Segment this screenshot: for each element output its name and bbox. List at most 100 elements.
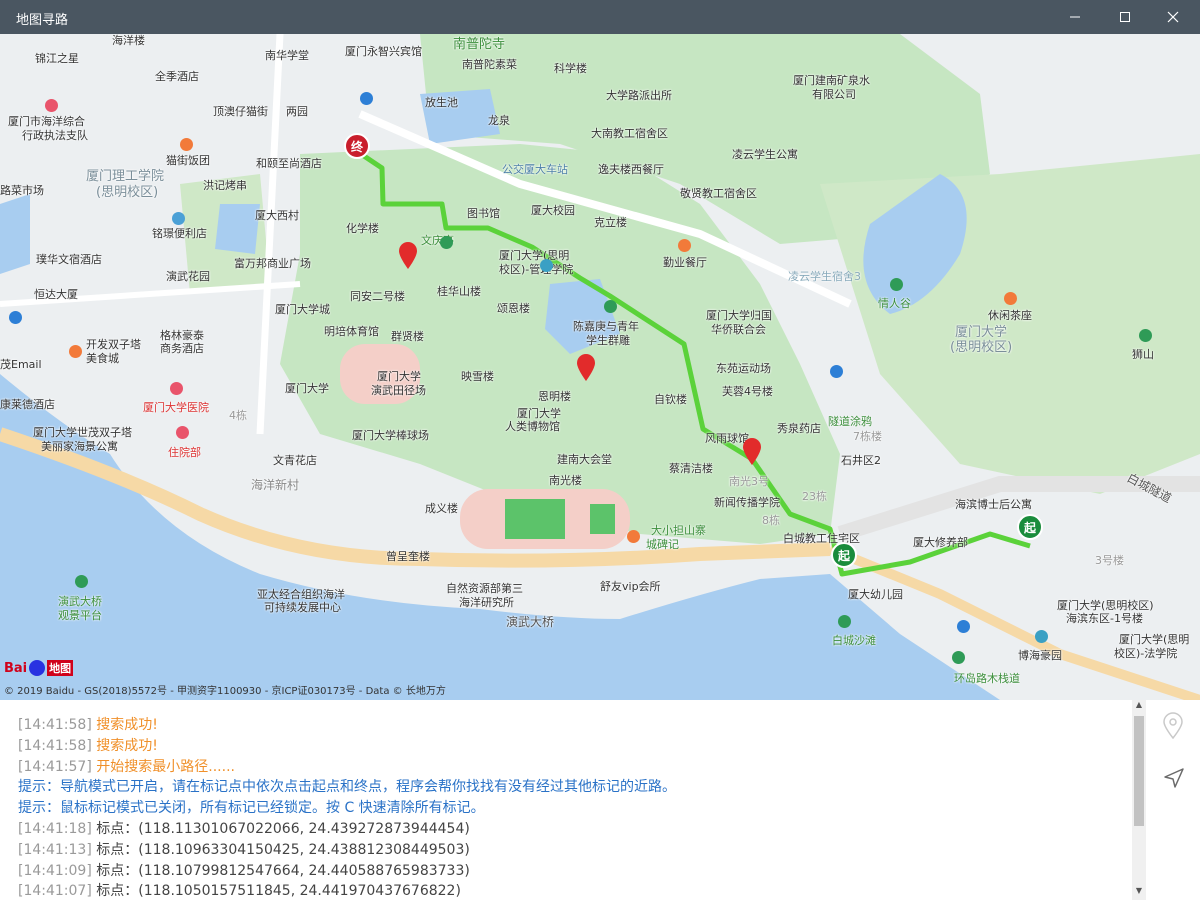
- map-marker-icon[interactable]: [398, 242, 418, 270]
- log-line: [14:41:58] 搜索成功!: [18, 714, 158, 734]
- start-marker[interactable]: 起: [1017, 514, 1043, 540]
- map-label: 大小担山寨: [651, 524, 706, 537]
- map-label: 校区)-管理学院: [499, 263, 574, 276]
- poi-icon[interactable]: [69, 345, 82, 358]
- map-marker-icon[interactable]: [576, 354, 596, 382]
- log-timestamp: [14:41:18]: [18, 821, 97, 837]
- scroll-down-icon[interactable]: ▼: [1134, 886, 1144, 898]
- map-marker-icon[interactable]: [742, 438, 762, 466]
- parking-icon[interactable]: [9, 311, 22, 324]
- map-label: 情人谷: [878, 297, 911, 310]
- map-label: 演武花园: [166, 270, 210, 283]
- minimize-button[interactable]: [1052, 0, 1098, 34]
- hospital-icon[interactable]: [170, 382, 183, 395]
- scroll-up-icon[interactable]: ▲: [1134, 700, 1144, 712]
- map-label: 曾呈奎楼: [386, 550, 430, 563]
- log-panel[interactable]: [14:41:58] 搜索成功! [14:41:58] 搜索成功! [14:41:5…: [0, 700, 1132, 900]
- close-button[interactable]: [1150, 0, 1196, 34]
- end-marker[interactable]: 终: [344, 133, 370, 159]
- map-label: 白城沙滩: [832, 634, 876, 647]
- map-label: 厦大校园: [531, 204, 575, 217]
- map-label: 厦门永智兴宾馆: [345, 45, 422, 58]
- start-marker[interactable]: 起: [831, 542, 857, 568]
- map-label: 锦江之星: [35, 52, 79, 65]
- log-scrollbar[interactable]: ▲ ▼: [1132, 700, 1146, 900]
- map-label: 克立楼: [594, 216, 627, 229]
- map-label: 演武大桥: [58, 595, 102, 608]
- log-timestamp: [14:41:58]: [18, 737, 97, 754]
- map-label: 路菜市场: [0, 184, 44, 197]
- map-label: 有限公司: [812, 88, 856, 101]
- log-message: 标点：(118.1050157511845, 24.44197043767682…: [96, 883, 461, 900]
- log-line: [14:41:57] 开始搜索最小路径......: [18, 756, 235, 776]
- map-label: 新闻传播学院: [714, 496, 780, 509]
- map-label: 住院部: [168, 446, 201, 459]
- poi-icon[interactable]: [45, 99, 58, 112]
- map-view[interactable]: 南普陀寺 南普陀素菜 科学楼 厦门建南矿泉水 有限公司 大学路派出所 大南教工宿…: [0, 34, 1200, 700]
- map-label: 恩明楼: [538, 390, 571, 403]
- map-label: 演武田径场: [371, 384, 426, 397]
- parking-icon[interactable]: [830, 365, 843, 378]
- map-label: 蔡清洁楼: [669, 462, 713, 475]
- maximize-button[interactable]: [1102, 0, 1148, 34]
- map-label: 厦大幼儿园: [848, 588, 903, 601]
- parking-icon[interactable]: [957, 620, 970, 633]
- poi-icon[interactable]: [678, 239, 691, 252]
- map-label: 南光楼: [549, 474, 582, 487]
- minimize-icon: [1070, 16, 1080, 18]
- map-label: 璞华文宿酒店: [36, 253, 102, 266]
- baidu-logo: Bai 地图: [4, 658, 74, 678]
- map-label: 自然资源部第三: [446, 582, 523, 595]
- log-timestamp: [14:41:57]: [18, 758, 97, 775]
- poi-icon[interactable]: [890, 278, 903, 291]
- poi-icon[interactable]: [838, 615, 851, 628]
- poi-icon[interactable]: [952, 651, 965, 664]
- map-label: 商务酒店: [160, 342, 204, 355]
- map-label: 建南大会堂: [557, 453, 612, 466]
- map-label: 全季酒店: [155, 70, 199, 83]
- map-label: 行政执法支队: [22, 129, 88, 142]
- map-label: 环岛路木栈道: [954, 672, 1020, 685]
- poi-icon[interactable]: [540, 259, 553, 272]
- maximize-icon: [1120, 12, 1130, 22]
- map-label: 厦门市海洋综合: [8, 115, 85, 128]
- log-line: [14:41:09] 标点：(118.10799812547664, 24.44…: [18, 860, 470, 880]
- poi-icon[interactable]: [180, 138, 193, 151]
- navigate-icon[interactable]: [1162, 766, 1186, 790]
- map-label: 石井区2: [841, 454, 881, 467]
- scroll-thumb[interactable]: [1134, 716, 1144, 826]
- title-bar: 地图寻路: [0, 0, 1200, 34]
- map-label: 成义楼: [425, 502, 458, 515]
- map-label: 秀泉药店: [777, 422, 821, 435]
- poi-icon[interactable]: [1004, 292, 1017, 305]
- map-label: 人类博物馆: [505, 420, 560, 433]
- map-label: 观景平台: [58, 609, 102, 622]
- start-marker-label: 起: [1023, 520, 1036, 535]
- map-label: 演武大桥: [506, 615, 555, 629]
- map-label: 厦门大学城: [275, 303, 330, 316]
- map-label: 海滨东区-1号楼: [1066, 612, 1143, 625]
- location-pin-icon[interactable]: [1162, 712, 1184, 740]
- poi-icon[interactable]: [440, 236, 453, 249]
- poi-icon[interactable]: [627, 530, 640, 543]
- map-label: 陈嘉庚与青年: [573, 320, 639, 333]
- window-title: 地图寻路: [16, 13, 69, 28]
- poi-icon[interactable]: [604, 300, 617, 313]
- map-label: 南普陀素菜: [462, 58, 517, 71]
- map-label: 科学楼: [554, 62, 587, 75]
- parking-icon[interactable]: [360, 92, 373, 105]
- log-line: 提示：鼠标标记模式已关闭，所有标记已经锁定。按 C 快速清除所有标记。: [18, 797, 485, 817]
- map-label: 海洋新村: [251, 478, 300, 492]
- log-line: [14:41:58] 搜索成功!: [18, 735, 158, 755]
- map-label: 大南教工宿舍区: [591, 127, 668, 140]
- poi-icon[interactable]: [172, 212, 185, 225]
- poi-icon[interactable]: [1035, 630, 1048, 643]
- log-timestamp: [14:41:58]: [18, 717, 97, 733]
- log-message: 标点：(118.10963304150425, 24.4388123084495…: [96, 841, 470, 858]
- map-label: 南普陀寺: [453, 37, 506, 52]
- map-label: 博海豪园: [1018, 649, 1062, 662]
- poi-icon[interactable]: [1139, 329, 1152, 342]
- poi-icon[interactable]: [75, 575, 88, 588]
- hospital-icon[interactable]: [176, 426, 189, 439]
- map-label: 恒达大厦: [34, 288, 78, 301]
